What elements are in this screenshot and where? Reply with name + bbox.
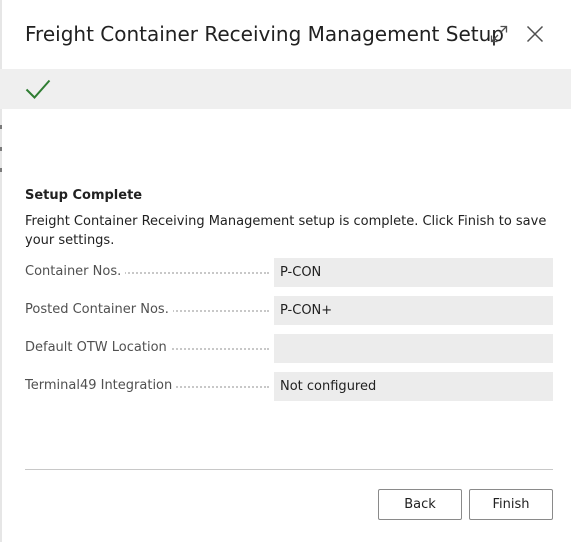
terminal49-integration-field[interactable]: Not configured <box>274 372 553 401</box>
posted-container-nos-field[interactable]: P-CON+ <box>274 296 553 325</box>
field-label: Posted Container Nos. <box>25 302 173 318</box>
close-icon <box>526 25 544 43</box>
field-row-container-nos: Container Nos. P-CON <box>25 258 553 287</box>
close-button[interactable] <box>521 20 549 48</box>
finish-button[interactable]: Finish <box>469 489 553 520</box>
container-nos-field[interactable]: P-CON <box>274 258 553 287</box>
back-button[interactable]: Back <box>378 489 462 520</box>
field-label: Default OTW Location <box>25 340 171 356</box>
status-banner <box>0 69 571 109</box>
field-label: Terminal49 Integration <box>25 378 177 394</box>
default-otw-location-field[interactable] <box>274 334 553 363</box>
section-description: Freight Container Receiving Management s… <box>25 214 547 248</box>
footer-divider <box>25 469 553 470</box>
field-label: Container Nos. <box>25 264 126 280</box>
field-row-default-otw-location: Default OTW Location <box>25 334 553 363</box>
setup-dialog: Freight Container Receiving Management S… <box>0 0 571 542</box>
checkmark-icon <box>25 79 51 99</box>
field-row-posted-container-nos: Posted Container Nos. P-CON+ <box>25 296 553 325</box>
dialog-title: Freight Container Receiving Management S… <box>25 22 504 46</box>
expand-button[interactable] <box>485 20 513 48</box>
expand-icon <box>490 25 508 43</box>
section-heading: Setup Complete <box>25 188 143 203</box>
field-row-terminal49-integration: Terminal49 Integration Not configured <box>25 372 553 401</box>
